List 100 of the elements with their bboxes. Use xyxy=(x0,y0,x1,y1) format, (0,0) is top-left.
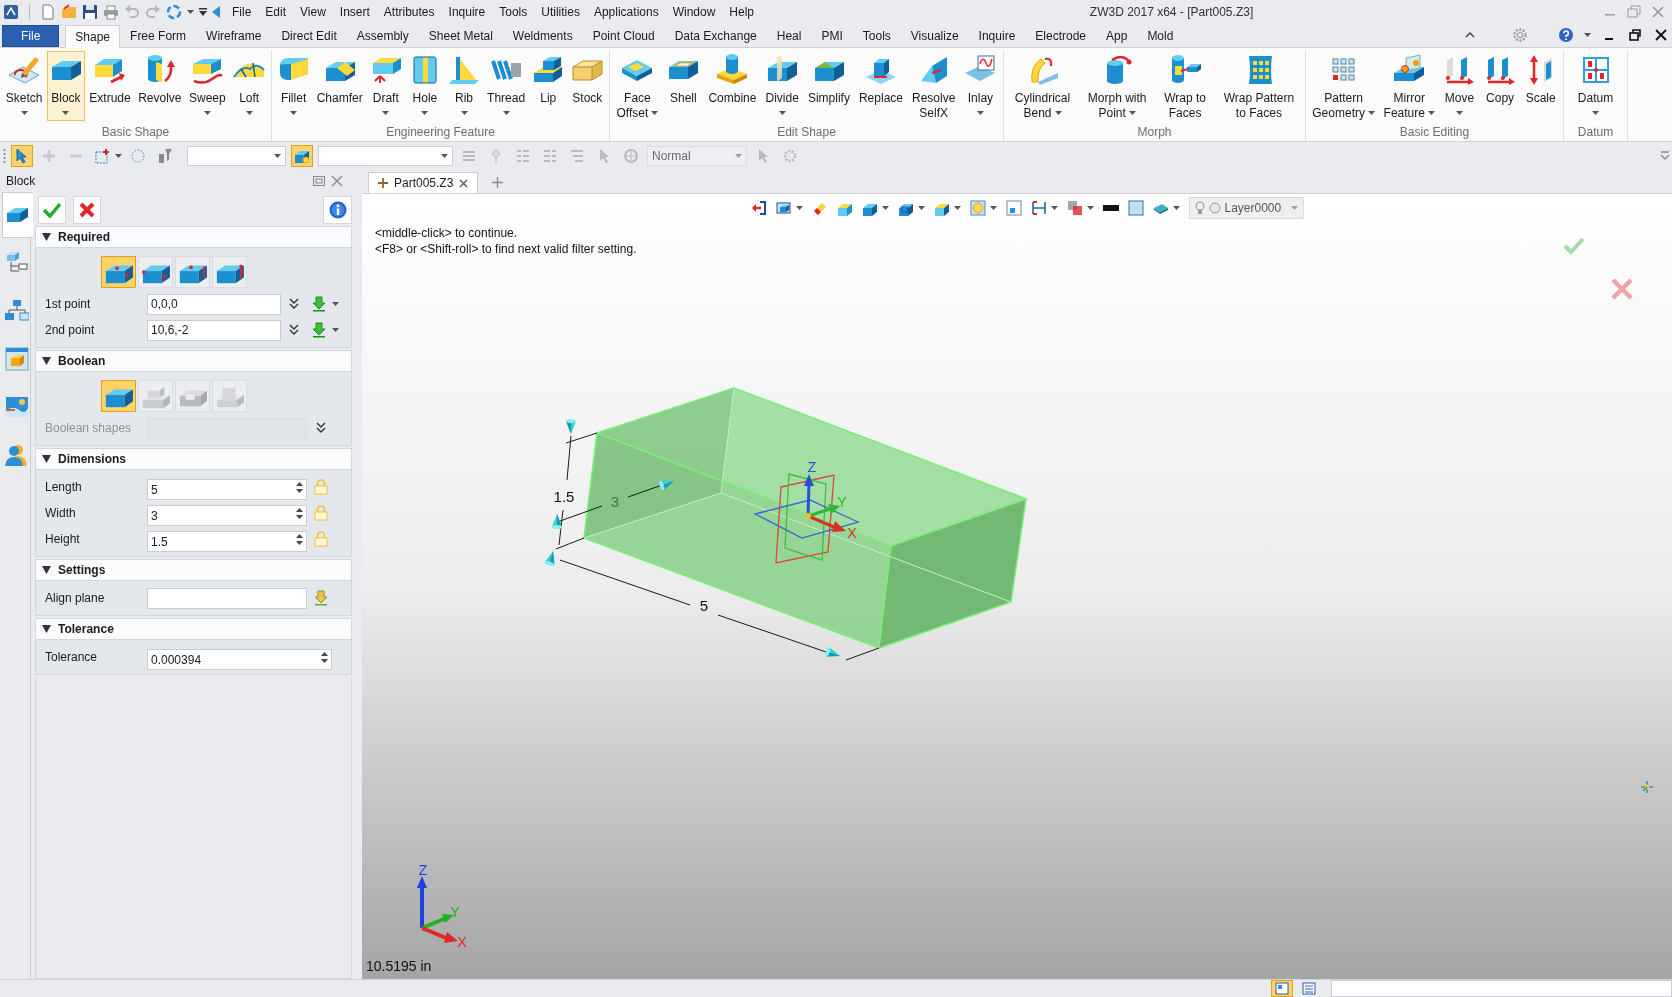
dropdown-field[interactable] xyxy=(318,146,453,166)
ribbon-button[interactable]: Face Offset xyxy=(613,51,662,121)
number-field[interactable]: 5 xyxy=(147,479,307,500)
ribbon-tab[interactable]: Weldments xyxy=(502,24,583,47)
caret-icon[interactable] xyxy=(332,302,339,306)
gear-icon[interactable] xyxy=(1512,27,1528,43)
3d-viewport[interactable]: 1.5 3 5 Z Y X Z Y X Layer0000 <middle-click> to continue. <F8> or <Shift-roll> to find next valid filter setting. 10.5195 in xyxy=(362,194,1672,979)
close-icon[interactable] xyxy=(1653,27,1669,43)
ribbon-button[interactable]: Loft xyxy=(230,51,269,121)
ribbon-button[interactable]: Block xyxy=(46,51,85,121)
folder-icon[interactable] xyxy=(61,4,77,20)
overflow-chevron-icon[interactable] xyxy=(1660,151,1670,161)
spinner-icon[interactable] xyxy=(321,650,328,664)
ribbon-tab[interactable]: Inquire xyxy=(968,24,1026,47)
plus-icon[interactable] xyxy=(492,177,504,188)
arrow-handle[interactable] xyxy=(825,647,840,657)
option-button[interactable] xyxy=(174,256,210,288)
menu-item[interactable]: Tools xyxy=(492,2,535,22)
ribbon-button[interactable]: Morph with Point xyxy=(1084,51,1150,121)
double-chevron-icon[interactable] xyxy=(316,422,326,434)
caret-icon[interactable] xyxy=(917,206,925,210)
ribbon-button[interactable]: Shell xyxy=(664,51,703,121)
plane-field[interactable] xyxy=(147,587,307,609)
number-field[interactable]: 1.5 xyxy=(147,531,307,552)
ribbon-button[interactable]: Rib xyxy=(445,51,483,121)
menu-item[interactable]: Attributes xyxy=(376,2,442,22)
ribbon-tab[interactable]: Direct Edit xyxy=(271,24,347,47)
double-chevron-icon[interactable] xyxy=(289,324,299,336)
side-tab[interactable] xyxy=(2,192,33,238)
view-button[interactable] xyxy=(1271,980,1293,997)
ribbon-tab[interactable]: Assembly xyxy=(346,24,419,47)
double-chevron-icon[interactable] xyxy=(289,298,299,310)
caret-icon[interactable] xyxy=(953,206,961,210)
ribbon-button[interactable]: Stock xyxy=(568,51,607,121)
ribbon-button[interactable]: Revolve xyxy=(135,51,185,121)
menu-item[interactable]: File xyxy=(225,2,259,22)
arrow-down-icon[interactable] xyxy=(311,322,327,338)
restore-icon[interactable] xyxy=(1627,27,1643,43)
option-button[interactable] xyxy=(137,256,173,288)
ribbon-button[interactable]: Sweep xyxy=(186,51,229,121)
ribbon-tab[interactable]: Shape xyxy=(65,25,121,48)
cancel-button[interactable] xyxy=(73,196,101,224)
ribbon-button[interactable]: Scale xyxy=(1521,51,1560,121)
caret-icon[interactable] xyxy=(1050,206,1058,210)
logo-icon[interactable] xyxy=(3,4,19,20)
h-bracket-icon[interactable] xyxy=(1030,200,1047,216)
close-icon[interactable] xyxy=(459,178,469,188)
menu-item[interactable]: Utilities xyxy=(534,2,587,22)
caret-icon[interactable] xyxy=(795,206,803,210)
info-button[interactable] xyxy=(323,196,352,224)
ribbon-button[interactable]: Wrap Pattern to Faces xyxy=(1220,51,1298,121)
ribbon-tab[interactable]: Mold xyxy=(1137,24,1184,47)
ribbon-button[interactable]: Fillet xyxy=(274,51,313,121)
section-header[interactable]: Required xyxy=(35,226,352,248)
ribbon-button[interactable]: Resolve SelfX xyxy=(909,51,959,121)
axis-manipulator[interactable] xyxy=(753,473,860,564)
ribbon-tab[interactable]: Point Cloud xyxy=(582,24,665,47)
ribbon-button[interactable]: Draft xyxy=(366,51,405,121)
arrow-handle[interactable] xyxy=(552,514,562,529)
document-tab[interactable]: Part005.Z3 xyxy=(368,172,479,193)
menu-item[interactable]: Insert xyxy=(332,2,377,22)
ribbon-tab[interactable]: Sheet Metal xyxy=(418,24,503,47)
ribbon-button[interactable]: Hole xyxy=(405,51,444,121)
caret-icon[interactable] xyxy=(989,206,997,210)
layers-icon[interactable] xyxy=(1066,200,1083,216)
section-header[interactable]: Settings xyxy=(35,559,352,581)
ribbon-button[interactable]: Replace xyxy=(855,51,906,121)
exit-icon[interactable] xyxy=(750,200,767,216)
caret-line-icon[interactable] xyxy=(199,8,207,16)
option-button[interactable] xyxy=(100,256,136,288)
ribbon-button[interactable]: Combine xyxy=(705,51,760,121)
number-field[interactable]: 0.000394 xyxy=(147,649,332,670)
menu-item[interactable]: Edit xyxy=(258,2,294,22)
triangle-left-icon[interactable] xyxy=(212,6,220,18)
ribbon-tab[interactable]: Free Form xyxy=(120,24,197,47)
caret-icon[interactable] xyxy=(1086,206,1094,210)
ribbon-button[interactable]: Mirror Feature xyxy=(1380,51,1438,121)
ribbon-tab[interactable]: PMI xyxy=(811,24,853,47)
ribbon-button[interactable]: Move xyxy=(1440,51,1479,121)
point-field[interactable]: 0,0,0 xyxy=(147,293,281,315)
ribbon-button[interactable]: Datum xyxy=(1574,51,1617,121)
caret-icon[interactable] xyxy=(881,206,889,210)
ribbon-button[interactable]: Simplify xyxy=(804,51,853,121)
ribbon-button[interactable]: Lip xyxy=(529,51,568,121)
caret-icon[interactable] xyxy=(115,154,122,158)
color-swatch-icon[interactable] xyxy=(1127,200,1144,216)
number-field[interactable]: 3 xyxy=(147,505,307,526)
new-file-icon[interactable] xyxy=(40,4,56,20)
ribbon-button[interactable]: Divide xyxy=(762,51,802,121)
dashed-circle-icon[interactable] xyxy=(166,4,182,20)
menu-item[interactable]: View xyxy=(293,2,333,22)
ribbon-button[interactable]: Chamfer xyxy=(313,51,366,121)
float-window-icon[interactable] xyxy=(313,176,325,186)
arrow-handle[interactable] xyxy=(544,551,555,566)
option-button[interactable] xyxy=(100,380,136,412)
ribbon-button[interactable]: Wrap to Faces xyxy=(1161,51,1209,121)
spinner-icon[interactable] xyxy=(296,532,303,546)
section-header[interactable]: Tolerance xyxy=(35,618,352,640)
help-icon[interactable] xyxy=(1558,27,1574,43)
point-field[interactable]: 10,6,-2 xyxy=(147,319,281,341)
